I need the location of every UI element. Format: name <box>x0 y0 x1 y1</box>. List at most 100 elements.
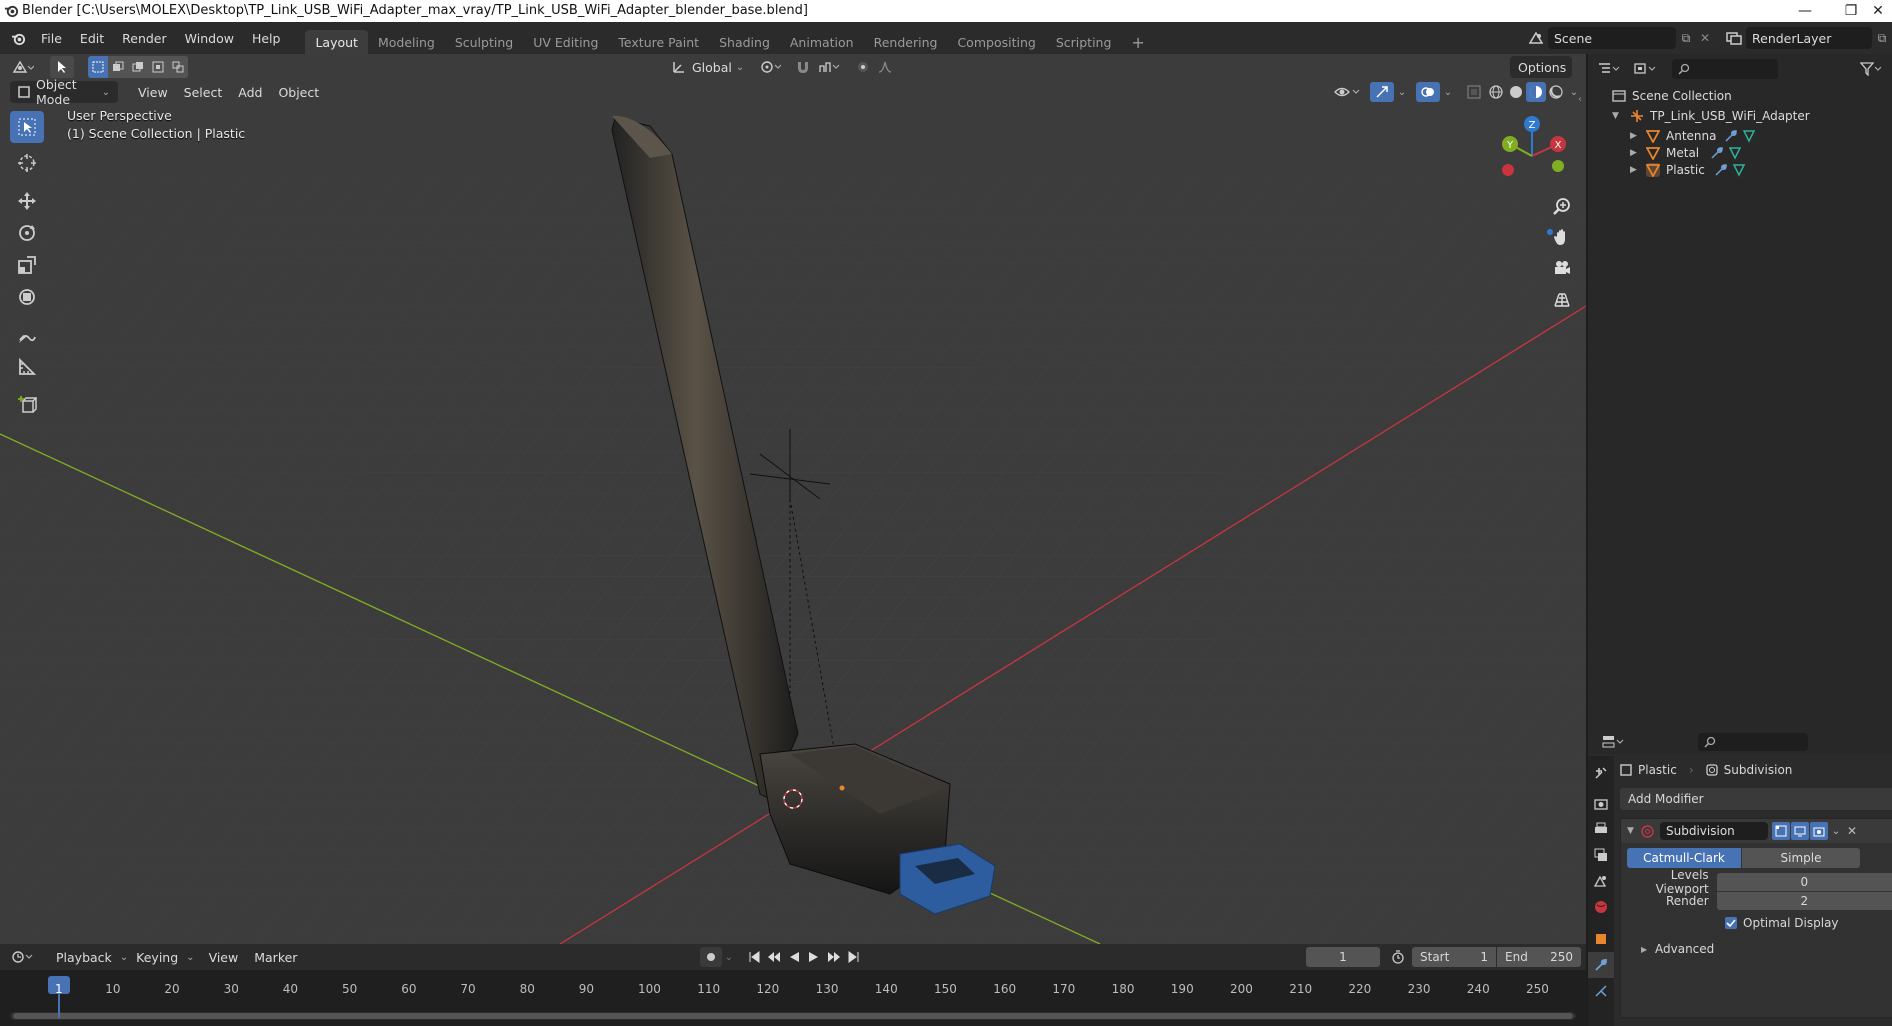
scene-field[interactable]: Scene <box>1548 27 1676 49</box>
menu-add[interactable]: Add <box>230 81 270 103</box>
menu-object[interactable]: Object <box>270 81 327 103</box>
mesh-data-icon[interactable] <box>1742 129 1756 143</box>
render-toggle-icon[interactable] <box>1810 822 1828 840</box>
tab-scripting[interactable]: Scripting <box>1046 30 1122 54</box>
menu-window[interactable]: Window <box>176 26 243 50</box>
modifier-menu-chevron-icon[interactable]: ⌄ <box>1828 826 1844 837</box>
start-frame-field[interactable]: Start 1 <box>1412 947 1496 967</box>
remove-scene-icon[interactable]: ✕ <box>1696 31 1714 45</box>
scene-icon[interactable] <box>1524 31 1548 45</box>
add-cube-tool[interactable] <box>10 389 44 421</box>
cursor-tool[interactable] <box>10 147 44 179</box>
outliner-row-plastic[interactable]: ▶ Plastic <box>1588 160 1892 180</box>
transform-orientation-dropdown[interactable]: Global <box>688 56 736 78</box>
navigation-gizmo[interactable]: Z X Y <box>1496 114 1568 186</box>
shading-rendered-icon[interactable] <box>1546 85 1566 99</box>
render-levels-field[interactable]: 2 <box>1716 892 1892 910</box>
snap-magnet-icon[interactable] <box>792 60 814 74</box>
next-keyframe-icon[interactable] <box>824 951 844 963</box>
outliner-search-input[interactable] <box>1672 59 1778 79</box>
tab-layout[interactable]: Layout <box>305 30 368 54</box>
tab-rendering[interactable]: Rendering <box>864 30 948 54</box>
chevron-down-icon[interactable]: ⌄ <box>722 952 736 963</box>
transform-tool[interactable] <box>10 281 44 313</box>
stopwatch-icon[interactable] <box>1386 950 1410 964</box>
remove-modifier-icon[interactable]: ✕ <box>1844 824 1860 838</box>
tab-particles[interactable] <box>1588 978 1614 1004</box>
edit-mode-toggle-icon[interactable] <box>1772 822 1790 840</box>
render-layer-field[interactable]: RenderLayer <box>1746 27 1872 49</box>
options-dropdown[interactable]: Options <box>1510 56 1572 78</box>
expand-triangle-icon[interactable]: ▶ <box>1630 165 1646 175</box>
blender-menu-icon[interactable] <box>4 26 32 50</box>
modifier-wrench-icon[interactable] <box>1724 129 1738 143</box>
pivot-point-icon[interactable] <box>756 60 786 74</box>
add-workspace-button[interactable]: + <box>1121 30 1154 54</box>
prev-keyframe-icon[interactable] <box>764 951 784 963</box>
select-mode-subtract-icon[interactable] <box>128 56 148 78</box>
catmull-clark-button[interactable]: Catmull-Clark <box>1627 848 1741 868</box>
menu-playback[interactable]: Playback <box>48 946 120 968</box>
mesh-data-icon[interactable] <box>1732 163 1746 177</box>
falloff-icon[interactable] <box>874 60 900 74</box>
menu-edit[interactable]: Edit <box>71 26 113 50</box>
outliner-editor-type-icon[interactable] <box>1594 62 1626 76</box>
advanced-subpanel-header[interactable]: ▶ Advanced <box>1621 940 1892 958</box>
simple-button[interactable]: Simple <box>1742 848 1860 868</box>
tab-uv-editing[interactable]: UV Editing <box>523 30 608 54</box>
menu-marker[interactable]: Marker <box>246 946 305 968</box>
shading-solid-icon[interactable] <box>1506 85 1526 99</box>
visibility-eye-icon[interactable] <box>1330 85 1364 99</box>
optimal-display-row[interactable]: Optimal Display <box>1621 914 1892 932</box>
shading-wireframe-icon[interactable] <box>1486 85 1506 99</box>
current-frame-field[interactable]: 1 <box>1306 947 1380 967</box>
tab-shading[interactable]: Shading <box>709 30 780 54</box>
tab-modeling[interactable]: Modeling <box>368 30 445 54</box>
jump-end-icon[interactable] <box>844 951 864 963</box>
xray-toggle-icon[interactable] <box>1462 85 1486 99</box>
3d-viewport[interactable]: User Perspective (1) Scene Collection | … <box>0 54 1586 944</box>
measure-tool[interactable] <box>10 351 44 383</box>
gizmo-toggle-icon[interactable] <box>1370 82 1394 102</box>
play-icon[interactable] <box>804 951 824 963</box>
move-tool[interactable] <box>10 185 44 217</box>
pan-button[interactable] <box>1548 223 1576 251</box>
zoom-button[interactable] <box>1548 192 1576 220</box>
outliner-row-scene-collection[interactable]: Scene Collection <box>1588 86 1892 106</box>
tab-scene[interactable] <box>1588 868 1614 894</box>
tab-render[interactable] <box>1588 790 1614 816</box>
close-window-button[interactable]: ✕ <box>1864 0 1892 22</box>
expand-triangle-icon[interactable]: ▼ <box>1612 111 1630 121</box>
shading-material-icon[interactable] <box>1526 82 1546 102</box>
modifier-wrench-icon[interactable] <box>1714 163 1728 177</box>
menu-help[interactable]: Help <box>243 26 290 50</box>
play-reverse-icon[interactable] <box>784 951 804 963</box>
optimal-display-checkbox[interactable] <box>1725 917 1737 929</box>
chevron-down-icon[interactable]: ⌄ <box>1566 87 1582 98</box>
add-modifier-dropdown[interactable]: Add Modifier <box>1620 788 1892 810</box>
ortho-toggle-button[interactable] <box>1548 285 1576 313</box>
timeline-scrollbar[interactable] <box>10 1012 1576 1020</box>
select-tool-indicator[interactable] <box>50 56 74 78</box>
render-layer-icon[interactable] <box>1722 31 1746 45</box>
annotate-tool[interactable] <box>10 319 44 351</box>
select-box-tool[interactable] <box>10 111 44 143</box>
properties-editor-type-icon[interactable] <box>1596 735 1632 749</box>
filter-icon[interactable] <box>1856 62 1886 76</box>
levels-viewport-field[interactable]: 0 <box>1716 873 1892 891</box>
new-render-layer-icon[interactable]: ⧉ <box>1872 31 1892 46</box>
select-mode-intersect-icon[interactable] <box>168 56 188 78</box>
scale-tool[interactable] <box>10 249 44 281</box>
overlays-toggle-icon[interactable] <box>1416 82 1440 102</box>
tab-tool[interactable] <box>1588 760 1614 786</box>
viewport-toggle-icon[interactable] <box>1791 822 1809 840</box>
tab-compositing[interactable]: Compositing <box>947 30 1045 54</box>
camera-view-button[interactable] <box>1548 254 1576 282</box>
menu-view[interactable]: View <box>130 81 176 103</box>
timeline-scrollbar-thumb[interactable] <box>13 1013 1573 1019</box>
chevron-down-icon[interactable]: ⌄ <box>1394 87 1410 98</box>
select-mode-new-icon[interactable] <box>88 56 108 78</box>
snap-target-icon[interactable] <box>814 60 844 74</box>
tab-object[interactable] <box>1588 926 1614 952</box>
collapse-triangle-icon[interactable]: ▼ <box>1627 826 1641 836</box>
